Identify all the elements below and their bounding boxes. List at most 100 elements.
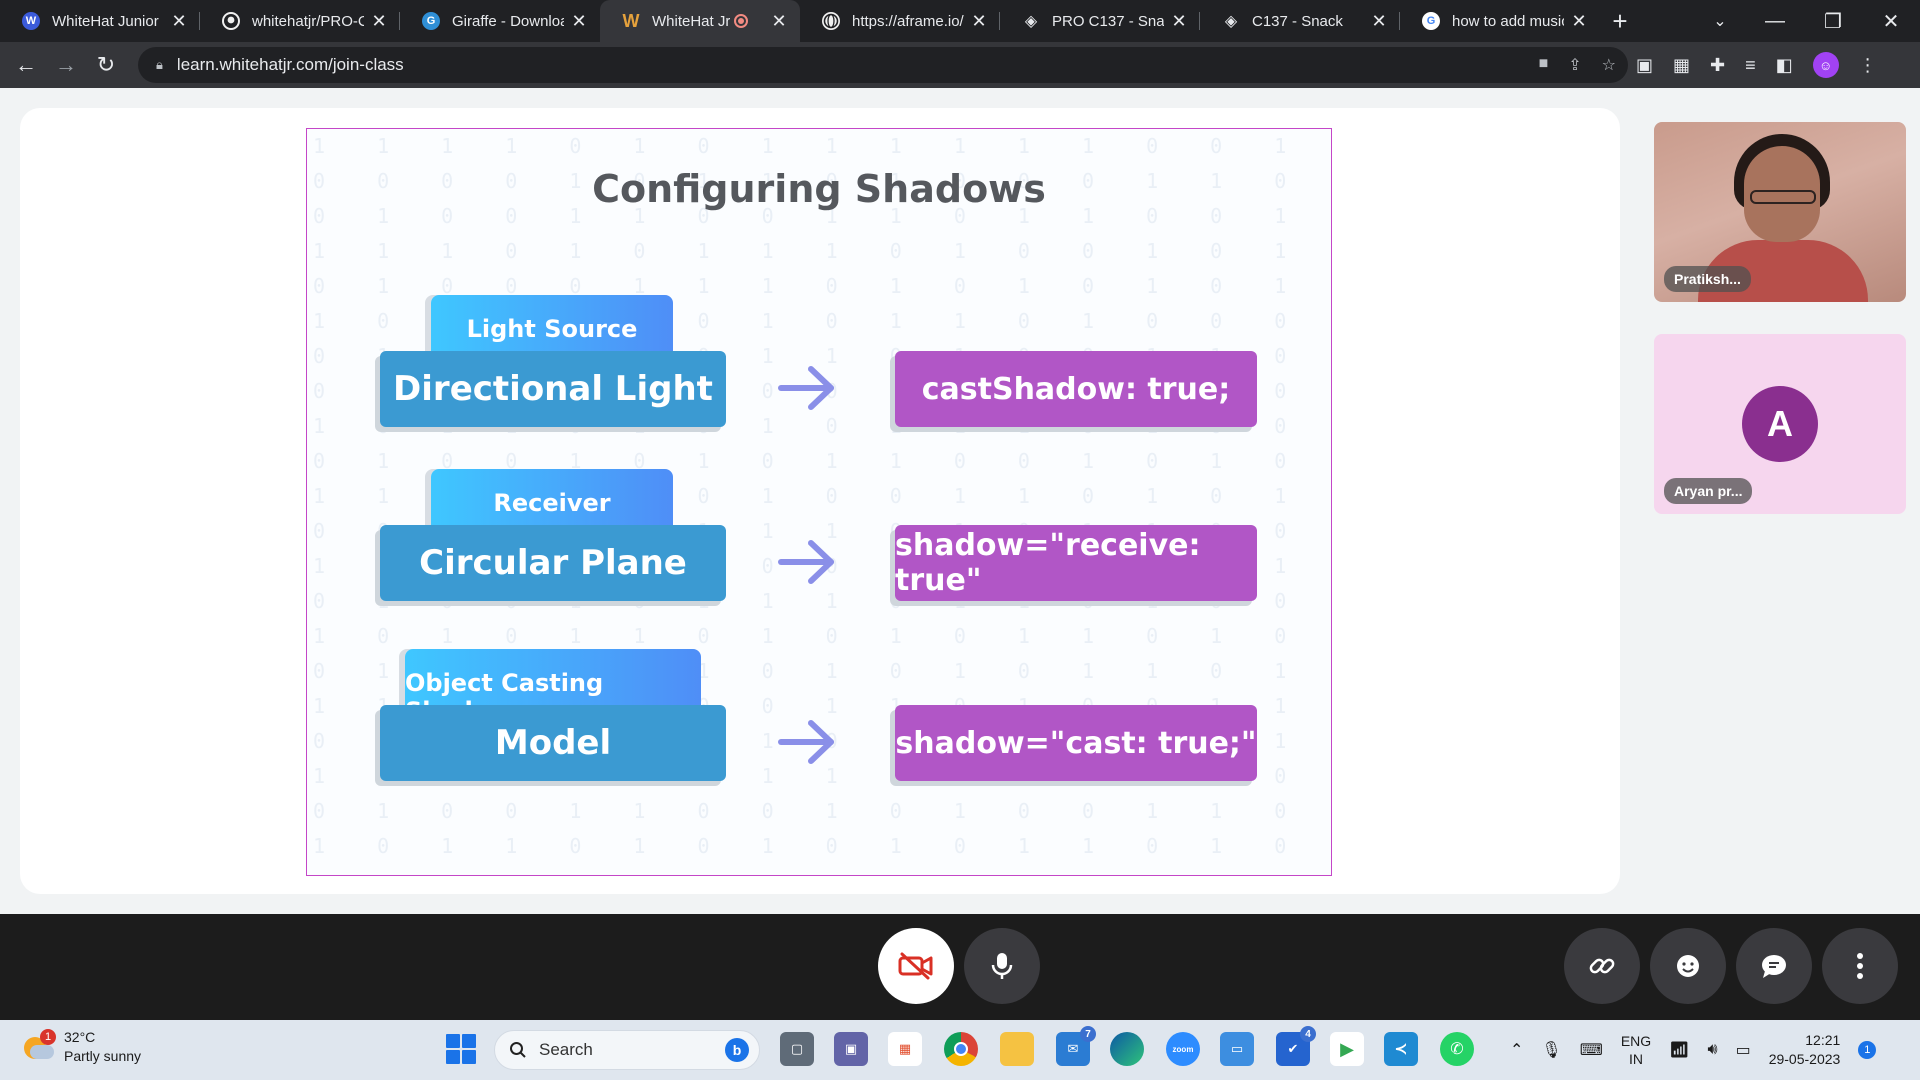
student-tile[interactable]: A Aryan pr... (1654, 334, 1906, 514)
shadow-row-receiver: Receiver Circular Plane shadow="receive:… (307, 469, 1331, 609)
chrome-icon[interactable] (944, 1032, 978, 1066)
shadow-row-caster: Object Casting Shadow Model shadow="cast… (307, 649, 1331, 789)
avatar: A (1742, 386, 1818, 462)
right-arrow-icon (778, 540, 834, 584)
window-close-icon[interactable]: ✕ (1862, 9, 1920, 34)
tab-pro-c137-snack[interactable]: ◈ PRO C137 - Snack ✕ (1000, 0, 1200, 42)
teams-chat-icon[interactable]: ▣ (834, 1032, 868, 1066)
clock-date: 29-05-2023 (1768, 1051, 1841, 1067)
weather-badge: 1 (40, 1029, 56, 1045)
smiley-icon (1677, 955, 1699, 977)
browser-tab-strip: W WhiteHat Junior ✕ whitehatjr/PRO-C ✕ G… (0, 0, 1920, 42)
tab-title: how to add music (1452, 12, 1564, 30)
close-icon[interactable]: ✕ (370, 11, 388, 32)
edge-icon[interactable] (1110, 1032, 1144, 1066)
remote-desktop-icon[interactable]: ▭ (1220, 1032, 1254, 1066)
weather-description: Partly sunny (64, 1048, 142, 1064)
partly-sunny-icon: 1 (22, 1029, 56, 1063)
tab-cast-icon[interactable]: ▣ (1636, 55, 1653, 76)
mail-icon[interactable]: ✉ 7 (1056, 1026, 1096, 1066)
tab-whitehat-jr-active[interactable]: W WhiteHat Jr ✕ (600, 0, 800, 42)
teacher-video-tile[interactable]: Pratiksh... (1654, 122, 1906, 302)
back-arrow-icon[interactable]: ← (6, 45, 46, 85)
tab-aframe[interactable]: https://aframe.io/ ✕ (800, 0, 1000, 42)
tab-title: PRO C137 - Snack (1052, 12, 1164, 30)
close-icon[interactable]: ✕ (570, 11, 588, 32)
copy-link-button[interactable] (1564, 928, 1640, 1004)
tab-search-chevron-icon[interactable]: ⌄ (1700, 0, 1740, 42)
close-icon[interactable]: ✕ (170, 11, 188, 32)
play-store-icon[interactable]: ▶ (1330, 1032, 1364, 1066)
volume-icon[interactable]: 🔊︎ (1707, 1041, 1717, 1059)
menu-kebab-icon[interactable]: ⋮ (1859, 55, 1877, 76)
notification-badge[interactable]: 1 (1858, 1041, 1877, 1059)
more-vertical-icon (1857, 953, 1863, 979)
battery-icon[interactable]: ▭ (1736, 1040, 1751, 1060)
clock[interactable]: 12:21 29-05-2023 (1769, 1031, 1841, 1069)
puzzle-extensions-icon[interactable]: ✚ (1710, 55, 1725, 76)
vscode-icon[interactable]: ≺ (1384, 1032, 1418, 1066)
microphone-button[interactable] (964, 928, 1040, 1004)
whatsapp-icon[interactable]: ✆ (1440, 1032, 1474, 1066)
globe-icon (822, 12, 840, 30)
share-icon[interactable]: ⇪ (1568, 55, 1581, 75)
windows-start-icon[interactable] (446, 1034, 476, 1064)
camera-in-use-icon[interactable]: ■ (1539, 55, 1549, 75)
google-icon: G (1422, 12, 1440, 30)
camera-toggle-button[interactable] (878, 928, 954, 1004)
address-bar[interactable]: 🔒︎ learn.whitehatjr.com/join-class ■ ⇪ ☆ (138, 47, 1628, 83)
file-explorer-icon[interactable] (1000, 1032, 1034, 1066)
close-icon[interactable]: ✕ (1370, 11, 1388, 32)
close-icon[interactable]: ✕ (770, 11, 788, 32)
close-icon[interactable]: ✕ (970, 11, 988, 32)
tab-title: https://aframe.io/ (852, 12, 964, 30)
weather-widget[interactable]: 1 32°C Partly sunny (22, 1028, 141, 1066)
bookmark-star-icon[interactable]: ☆ (1602, 55, 1616, 75)
system-tray: ⌃ 🎙︎ ⌨ ENG IN 📶︎ 🔊︎ ▭ 12:21 29-05-2023 1 (1510, 1020, 1877, 1080)
weather-temperature: 32°C (64, 1029, 96, 1045)
minimize-icon[interactable]: — (1746, 10, 1804, 33)
keyboard-icon[interactable]: ⌨ (1580, 1040, 1603, 1060)
todo-badge: 4 (1300, 1026, 1316, 1042)
right-arrow-icon (778, 366, 834, 410)
tab-whitehat-junior[interactable]: W WhiteHat Junior ✕ (0, 0, 200, 42)
row-tag: Object Casting Shadow (405, 649, 701, 725)
tab-title: WhiteHat Jr (652, 12, 731, 30)
tab-giraffe[interactable]: G Giraffe - Downloa ✕ (400, 0, 600, 42)
taskbar-search-box[interactable]: Search b (494, 1030, 760, 1070)
todo-icon[interactable]: ✔ 4 (1276, 1026, 1316, 1066)
reload-icon[interactable]: ↻ (86, 45, 126, 85)
new-tab-button[interactable]: + (1600, 0, 1640, 42)
microsoft-store-icon[interactable]: ▦ (888, 1032, 922, 1066)
component-box: Circular Plane (380, 525, 726, 601)
close-icon[interactable]: ✕ (1170, 11, 1188, 32)
chat-button[interactable] (1736, 928, 1812, 1004)
presentation-slide: 1 1 1 1 0 1 0 1 1 1 1 1 1 0 0 1 1 0 1 1 … (306, 128, 1332, 876)
whitehat-icon: W (22, 12, 40, 30)
media-control-icon[interactable]: ≡ (1745, 55, 1756, 76)
forward-arrow-icon[interactable]: → (46, 45, 86, 85)
glasses-icon (1750, 190, 1816, 204)
profile-avatar-icon[interactable]: ☺ (1812, 52, 1839, 78)
reactions-button[interactable] (1650, 928, 1726, 1004)
microphone-icon (991, 953, 1013, 979)
tab-github[interactable]: whitehatjr/PRO-C ✕ (200, 0, 400, 42)
show-hidden-icons-chevron-icon[interactable]: ⌃ (1510, 1040, 1523, 1060)
row-tag: Light Source (431, 295, 673, 359)
tab-c137-snack[interactable]: ◈ C137 - Snack ✕ (1200, 0, 1400, 42)
wifi-icon[interactable]: 📶︎ (1669, 1040, 1689, 1060)
code-attribute-box: castShadow: true; (895, 351, 1257, 427)
close-icon[interactable]: ✕ (1570, 11, 1588, 32)
code-attribute-box: shadow="receive: true" (895, 525, 1257, 601)
shadow-row-light: Light Source Directional Light castShado… (307, 295, 1331, 435)
side-panel-icon[interactable]: ◧ (1776, 55, 1793, 76)
microphone-tray-icon[interactable]: 🎙︎ (1541, 1040, 1561, 1060)
input-language-indicator[interactable]: ENG IN (1621, 1032, 1651, 1068)
task-view-icon[interactable]: ▢ (780, 1032, 814, 1066)
more-options-button[interactable] (1822, 928, 1898, 1004)
tab-google-search[interactable]: G how to add music ✕ (1400, 0, 1600, 42)
zoom-icon[interactable]: zoom (1166, 1032, 1200, 1066)
qr-extension-icon[interactable]: ▦ (1673, 55, 1690, 76)
restore-icon[interactable]: ❐ (1804, 9, 1862, 34)
github-icon (222, 12, 240, 30)
